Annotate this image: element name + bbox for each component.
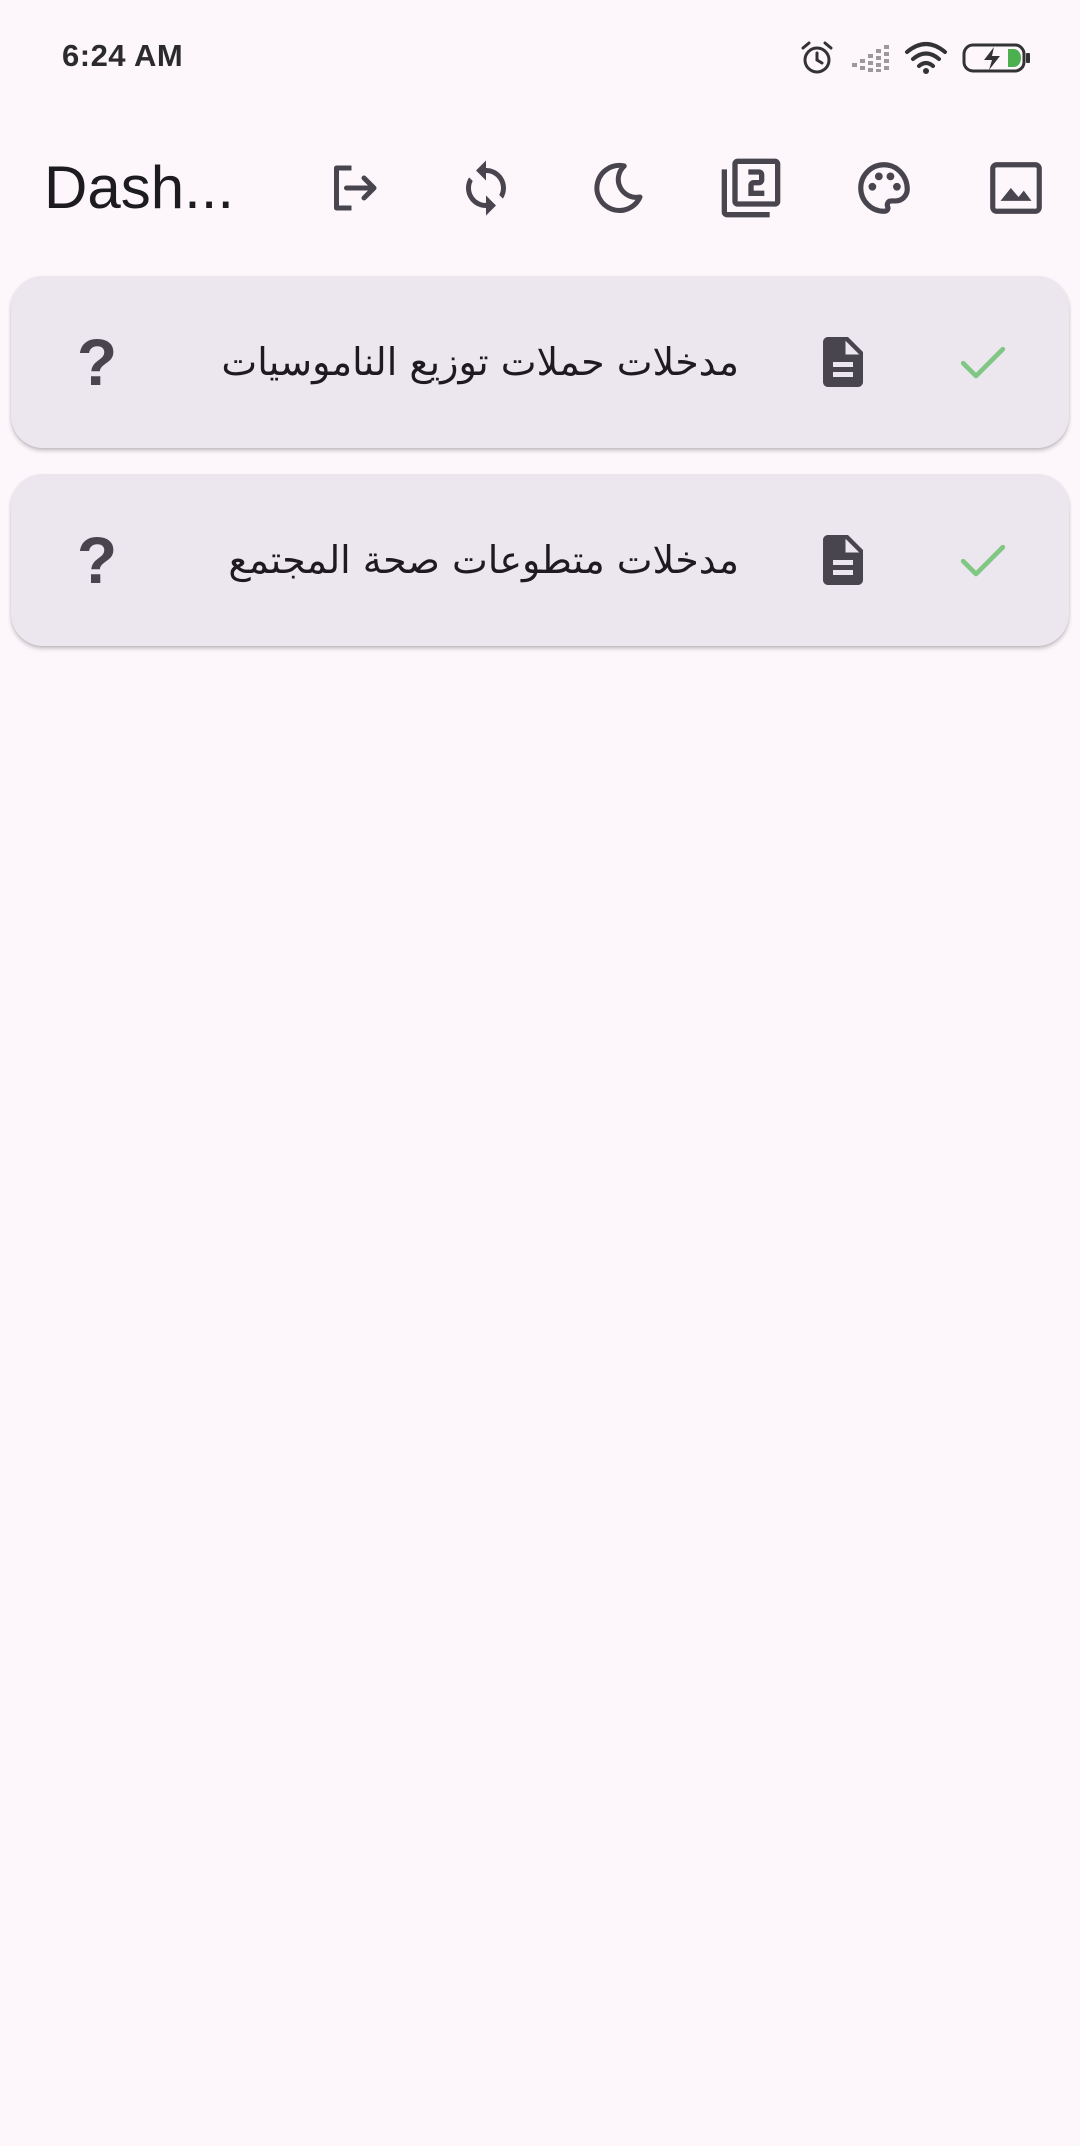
app-bar: Dash... — [0, 140, 1080, 236]
sync-button[interactable] — [438, 140, 534, 236]
status-time: 6:24 AM — [62, 38, 184, 73]
list-item[interactable]: مدخلات متطوعات صحة المجتمع ? — [11, 474, 1069, 646]
help-icon[interactable]: ? — [51, 514, 143, 606]
image-button[interactable] — [968, 140, 1064, 236]
image-icon — [990, 162, 1042, 214]
list-item-label: مدخلات متطوعات صحة المجتمع — [228, 538, 739, 582]
dark-mode-button[interactable] — [570, 140, 666, 236]
status-bar: 6:24 AM — [0, 0, 1080, 116]
status-icons — [798, 36, 1032, 80]
logout-icon — [334, 165, 377, 211]
page-title: Dash... — [44, 154, 235, 221]
logout-button[interactable] — [306, 140, 402, 236]
help-icon[interactable]: ? — [51, 316, 143, 408]
sync-icon — [466, 160, 506, 216]
palette-icon — [858, 162, 910, 214]
palette-button[interactable] — [836, 140, 932, 236]
filter-button[interactable] — [703, 140, 799, 236]
wifi-icon — [905, 42, 947, 74]
check-icon — [937, 514, 1029, 606]
dark-mode-icon — [594, 162, 643, 213]
battery-charging-icon — [962, 43, 1030, 73]
signal-icon — [852, 45, 889, 72]
description-icon — [797, 316, 889, 408]
list-item[interactable]: مدخلات حملات توزيع الناموسيات ? — [11, 276, 1069, 448]
description-icon — [797, 514, 889, 606]
alarm-icon — [801, 41, 833, 74]
filter-2-icon — [721, 158, 781, 218]
check-icon — [937, 316, 1029, 408]
list-item-label: مدخلات حملات توزيع الناموسيات — [221, 340, 739, 384]
